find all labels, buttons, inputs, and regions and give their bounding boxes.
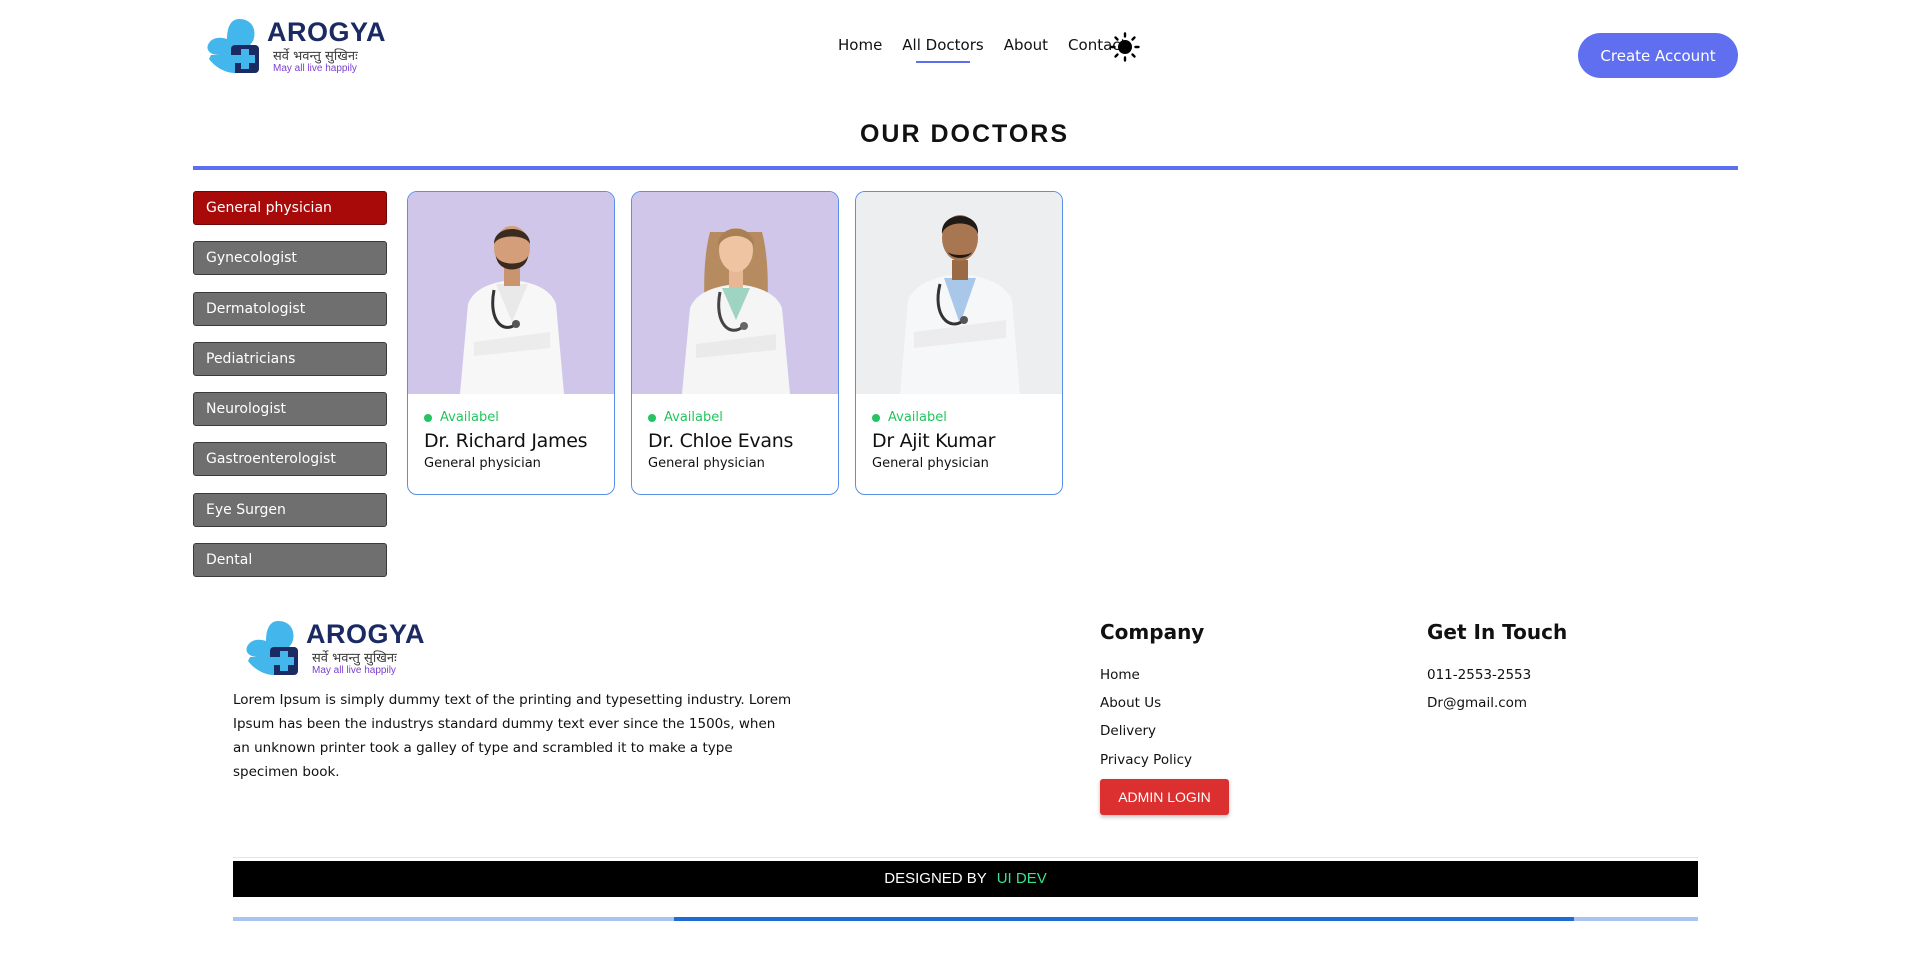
logo-subtitle: May all live happily bbox=[312, 665, 396, 676]
admin-login-button[interactable]: ADMIN LOGIN bbox=[1100, 779, 1229, 815]
speciality-filter: General physician Gynecologist Dermatolo… bbox=[193, 191, 387, 593]
doctor-photo bbox=[408, 192, 614, 394]
credit-bar: DESIGNED BY UI DEV bbox=[233, 861, 1698, 897]
speciality-pediatricians[interactable]: Pediatricians bbox=[193, 341, 387, 376]
doctor-name: Dr. Chloe Evans bbox=[648, 430, 794, 452]
status-text: Availabel bbox=[664, 410, 723, 425]
doctor-info: Availabel Dr. Chloe Evans General physic… bbox=[632, 394, 838, 471]
footer-divider bbox=[233, 857, 1698, 858]
site-logo[interactable]: AROGYA सर्वे भवन्तु सुखिनः May all live … bbox=[205, 15, 387, 77]
credit-name: UI DEV bbox=[996, 870, 1047, 887]
status-dot-icon bbox=[648, 413, 656, 422]
footer-logo[interactable]: AROGYA सर्वे भवन्तु सुखिनः May all live … bbox=[244, 617, 426, 679]
horizontal-scrollbar-thumb[interactable] bbox=[674, 917, 1574, 921]
speciality-eye-surgeon[interactable]: Eye Surgen bbox=[193, 492, 387, 527]
doctor-name: Dr. Richard James bbox=[424, 430, 588, 452]
doctor-card[interactable]: Availabel Dr Ajit Kumar General physicia… bbox=[855, 191, 1063, 495]
status-dot-icon bbox=[872, 413, 880, 422]
sun-icon[interactable] bbox=[1110, 32, 1140, 62]
title-divider bbox=[193, 166, 1738, 170]
speciality-gynecologist[interactable]: Gynecologist bbox=[193, 241, 387, 276]
logo-mark-icon bbox=[207, 19, 259, 73]
footer-contact-info: 011-2553-2553 Dr@gmail.com bbox=[1427, 667, 1531, 723]
logo-tagline: सर्वे भवन्तु सुखिनः bbox=[273, 49, 358, 64]
doctor-speciality: General physician bbox=[872, 456, 989, 471]
doctor-card[interactable]: Availabel Dr. Chloe Evans General physic… bbox=[631, 191, 839, 495]
contact-phone: 011-2553-2553 bbox=[1427, 667, 1532, 683]
main-nav: Home All Doctors About Contact bbox=[838, 36, 1146, 63]
contact-email: Dr@gmail.com bbox=[1427, 695, 1528, 712]
footer-description: Lorem Ipsum is simply dummy text of the … bbox=[233, 692, 792, 780]
footer-contact-title: Get In Touch bbox=[1427, 620, 1568, 644]
status-dot-icon bbox=[424, 413, 432, 422]
doctor-speciality: General physician bbox=[424, 456, 541, 471]
speciality-dental[interactable]: Dental bbox=[193, 543, 387, 578]
footer-link-about-us[interactable]: About Us bbox=[1100, 695, 1192, 723]
nav-all-doctors[interactable]: All Doctors bbox=[902, 36, 984, 63]
doctor-info: Availabel Dr. Richard James General phys… bbox=[408, 394, 614, 471]
speciality-neurologist[interactable]: Neurologist bbox=[193, 392, 387, 427]
footer-company-links: Home About Us Delivery Privacy Policy bbox=[1100, 667, 1192, 780]
logo-title: AROGYA bbox=[306, 619, 426, 649]
create-account-button[interactable]: Create Account bbox=[1578, 33, 1738, 78]
logo-mark-icon bbox=[246, 621, 298, 675]
speciality-general-physician[interactable]: General physician bbox=[193, 191, 387, 225]
doctor-name: Dr Ajit Kumar bbox=[872, 430, 996, 452]
availability-status: Availabel bbox=[424, 410, 614, 425]
page-title: OUR DOCTORS bbox=[859, 120, 1070, 148]
doctor-photo bbox=[856, 192, 1062, 394]
site-header: AROGYA सर्वे भवन्तु सुखिनः May all live … bbox=[0, 0, 1919, 100]
nav-home[interactable]: Home bbox=[838, 36, 882, 60]
speciality-dermatologist[interactable]: Dermatologist bbox=[193, 291, 387, 326]
speciality-gastroenterologist[interactable]: Gastroenterologist bbox=[193, 442, 387, 477]
footer-link-delivery[interactable]: Delivery bbox=[1100, 723, 1192, 751]
logo-subtitle: May all live happily bbox=[273, 63, 357, 74]
footer-link-home[interactable]: Home bbox=[1100, 667, 1192, 695]
doctor-card[interactable]: Availabel Dr. Richard James General phys… bbox=[407, 191, 615, 495]
doctor-speciality: General physician bbox=[648, 456, 765, 471]
doctor-info: Availabel Dr Ajit Kumar General physicia… bbox=[856, 394, 1062, 471]
status-text: Availabel bbox=[888, 410, 947, 425]
doctor-list: Availabel Dr. Richard James General phys… bbox=[407, 191, 1063, 495]
nav-about[interactable]: About bbox=[1004, 36, 1048, 60]
doctor-photo bbox=[632, 192, 838, 394]
logo-title: AROGYA bbox=[267, 17, 387, 47]
credit-prefix: DESIGNED BY bbox=[884, 870, 987, 887]
availability-status: Availabel bbox=[872, 410, 1062, 425]
footer-company-title: Company bbox=[1100, 620, 1205, 644]
footer-link-privacy-policy[interactable]: Privacy Policy bbox=[1100, 752, 1192, 780]
status-text: Availabel bbox=[440, 410, 499, 425]
logo-tagline: सर्वे भवन्तु सुखिनः bbox=[312, 651, 397, 666]
availability-status: Availabel bbox=[648, 410, 838, 425]
